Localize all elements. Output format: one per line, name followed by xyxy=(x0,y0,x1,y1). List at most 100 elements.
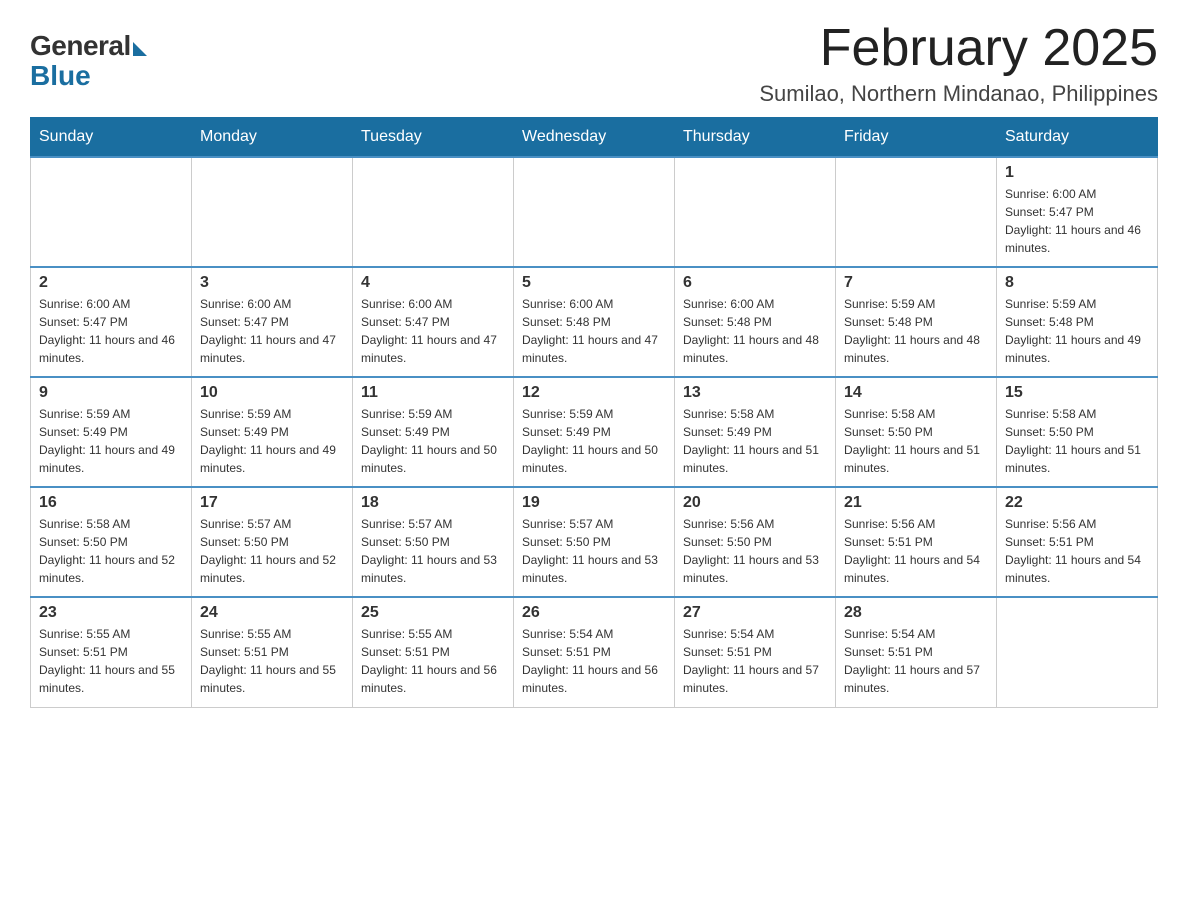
calendar-day-cell: 10 Sunrise: 5:59 AMSunset: 5:49 PMDayligh… xyxy=(192,377,353,487)
calendar-day-cell: 9 Sunrise: 5:59 AMSunset: 5:49 PMDaylight… xyxy=(31,377,192,487)
calendar-day-cell: 6 Sunrise: 6:00 AMSunset: 5:48 PMDaylight… xyxy=(675,267,836,377)
calendar-header-monday: Monday xyxy=(192,118,353,158)
day-info: Sunrise: 5:54 AMSunset: 5:51 PMDaylight:… xyxy=(522,625,666,697)
calendar-day-cell: 12 Sunrise: 5:59 AMSunset: 5:49 PMDayligh… xyxy=(514,377,675,487)
month-title: February 2025 xyxy=(759,20,1158,77)
calendar-day-cell: 2Sunrise: 6:00 AMSunset: 5:47 PMDaylight… xyxy=(31,267,192,377)
day-number: 22 xyxy=(1005,494,1149,512)
calendar-header-row: SundayMondayTuesdayWednesdayThursdayFrid… xyxy=(31,118,1158,158)
day-info: Sunrise: 5:55 AMSunset: 5:51 PMDaylight:… xyxy=(200,625,344,697)
calendar-day-cell: 24 Sunrise: 5:55 AMSunset: 5:51 PMDayligh… xyxy=(192,597,353,707)
calendar-day-cell: 17 Sunrise: 5:57 AMSunset: 5:50 PMDayligh… xyxy=(192,487,353,597)
calendar-day-cell: 8 Sunrise: 5:59 AMSunset: 5:48 PMDaylight… xyxy=(997,267,1158,377)
day-info: Sunrise: 5:59 AMSunset: 5:48 PMDaylight:… xyxy=(1005,295,1149,367)
calendar-week-row-4: 23Sunrise: 5:55 AMSunset: 5:51 PMDayligh… xyxy=(31,597,1158,707)
day-info: Sunrise: 6:00 AMSunset: 5:47 PMDaylight:… xyxy=(200,295,344,367)
calendar-day-cell: 16 Sunrise: 5:58 AMSunset: 5:50 PMDayligh… xyxy=(31,487,192,597)
calendar-day-cell: 15Sunrise: 5:58 AMSunset: 5:50 PMDayligh… xyxy=(997,377,1158,487)
calendar-day-cell: 28 Sunrise: 5:54 AMSunset: 5:51 PMDayligh… xyxy=(836,597,997,707)
day-info: Sunrise: 5:59 AMSunset: 5:49 PMDaylight:… xyxy=(361,405,505,477)
day-info: Sunrise: 5:59 AMSunset: 5:49 PMDaylight:… xyxy=(39,405,183,477)
calendar-day-cell xyxy=(675,157,836,267)
day-number: 8 xyxy=(1005,274,1149,292)
title-block: February 2025 Sumilao, Northern Mindanao… xyxy=(759,20,1158,107)
day-info: Sunrise: 5:59 AMSunset: 5:49 PMDaylight:… xyxy=(200,405,344,477)
day-info: Sunrise: 5:57 AMSunset: 5:50 PMDaylight:… xyxy=(200,515,344,587)
day-info: Sunrise: 5:56 AMSunset: 5:51 PMDaylight:… xyxy=(844,515,988,587)
day-number: 3 xyxy=(200,274,344,292)
calendar-day-cell: 7Sunrise: 5:59 AMSunset: 5:48 PMDaylight… xyxy=(836,267,997,377)
day-number: 10 xyxy=(200,384,344,402)
calendar-header-saturday: Saturday xyxy=(997,118,1158,158)
day-number: 20 xyxy=(683,494,827,512)
day-info: Sunrise: 5:59 AMSunset: 5:48 PMDaylight:… xyxy=(844,295,988,367)
day-number: 15 xyxy=(1005,384,1149,402)
calendar-day-cell: 4 Sunrise: 6:00 AMSunset: 5:47 PMDaylight… xyxy=(353,267,514,377)
day-info: Sunrise: 5:55 AMSunset: 5:51 PMDaylight:… xyxy=(39,625,183,697)
day-info: Sunrise: 5:57 AMSunset: 5:50 PMDaylight:… xyxy=(522,515,666,587)
calendar-header-sunday: Sunday xyxy=(31,118,192,158)
calendar-day-cell: 26 Sunrise: 5:54 AMSunset: 5:51 PMDayligh… xyxy=(514,597,675,707)
day-info: Sunrise: 5:55 AMSunset: 5:51 PMDaylight:… xyxy=(361,625,505,697)
day-number: 27 xyxy=(683,604,827,622)
day-number: 9 xyxy=(39,384,183,402)
day-number: 12 xyxy=(522,384,666,402)
day-number: 14 xyxy=(844,384,988,402)
calendar-week-row-0: 1Sunrise: 6:00 AMSunset: 5:47 PMDaylight… xyxy=(31,157,1158,267)
location-title: Sumilao, Northern Mindanao, Philippines xyxy=(759,81,1158,107)
day-info: Sunrise: 5:54 AMSunset: 5:51 PMDaylight:… xyxy=(683,625,827,697)
calendar-header-wednesday: Wednesday xyxy=(514,118,675,158)
logo: General Blue xyxy=(30,30,147,92)
calendar-day-cell xyxy=(353,157,514,267)
day-number: 25 xyxy=(361,604,505,622)
day-info: Sunrise: 5:57 AMSunset: 5:50 PMDaylight:… xyxy=(361,515,505,587)
day-number: 16 xyxy=(39,494,183,512)
day-number: 19 xyxy=(522,494,666,512)
calendar-week-row-3: 16 Sunrise: 5:58 AMSunset: 5:50 PMDayligh… xyxy=(31,487,1158,597)
day-info: Sunrise: 6:00 AMSunset: 5:47 PMDaylight:… xyxy=(361,295,505,367)
calendar-day-cell: 19 Sunrise: 5:57 AMSunset: 5:50 PMDayligh… xyxy=(514,487,675,597)
calendar-header-thursday: Thursday xyxy=(675,118,836,158)
calendar-table: SundayMondayTuesdayWednesdayThursdayFrid… xyxy=(30,117,1158,708)
day-info: Sunrise: 5:59 AMSunset: 5:49 PMDaylight:… xyxy=(522,405,666,477)
calendar-day-cell xyxy=(836,157,997,267)
calendar-day-cell: 5 Sunrise: 6:00 AMSunset: 5:48 PMDaylight… xyxy=(514,267,675,377)
day-number: 26 xyxy=(522,604,666,622)
day-number: 2 xyxy=(39,274,183,292)
page-header: General Blue February 2025 Sumilao, Nort… xyxy=(30,20,1158,107)
day-number: 21 xyxy=(844,494,988,512)
calendar-day-cell: 18 Sunrise: 5:57 AMSunset: 5:50 PMDayligh… xyxy=(353,487,514,597)
day-number: 13 xyxy=(683,384,827,402)
day-number: 5 xyxy=(522,274,666,292)
day-number: 18 xyxy=(361,494,505,512)
calendar-week-row-1: 2 Sunrise: 6:00 AMSunset: 5:47 PMDaylight… xyxy=(31,267,1158,377)
calendar-header-friday: Friday xyxy=(836,118,997,158)
calendar-day-cell xyxy=(514,157,675,267)
calendar-day-cell xyxy=(31,157,192,267)
calendar-day-cell: 22 Sunrise: 5:56 AMSunset: 5:51 PMDayligh… xyxy=(997,487,1158,597)
logo-blue-text: Blue xyxy=(30,60,91,92)
calendar-day-cell: 27 Sunrise: 5:54 AMSunset: 5:51 PMDayligh… xyxy=(675,597,836,707)
logo-general-text: General xyxy=(30,30,131,62)
day-number: 17 xyxy=(200,494,344,512)
day-number: 4 xyxy=(361,274,505,292)
day-info: Sunrise: 5:58 AMSunset: 5:50 PMDaylight:… xyxy=(844,405,988,477)
day-info: Sunrise: 5:56 AMSunset: 5:51 PMDaylight:… xyxy=(1005,515,1149,587)
day-info: Sunrise: 5:58 AMSunset: 5:50 PMDaylight:… xyxy=(39,515,183,587)
calendar-day-cell: 3 Sunrise: 6:00 AMSunset: 5:47 PMDaylight… xyxy=(192,267,353,377)
day-info: Sunrise: 6:00 AMSunset: 5:48 PMDaylight:… xyxy=(522,295,666,367)
calendar-day-cell: 25 Sunrise: 5:55 AMSunset: 5:51 PMDayligh… xyxy=(353,597,514,707)
day-info: Sunrise: 6:00 AMSunset: 5:47 PMDaylight:… xyxy=(1005,185,1149,257)
calendar-day-cell: 11 Sunrise: 5:59 AMSunset: 5:49 PMDayligh… xyxy=(353,377,514,487)
day-info: Sunrise: 5:54 AMSunset: 5:51 PMDaylight:… xyxy=(844,625,988,697)
day-number: 28 xyxy=(844,604,988,622)
day-number: 24 xyxy=(200,604,344,622)
day-info: Sunrise: 6:00 AMSunset: 5:48 PMDaylight:… xyxy=(683,295,827,367)
day-number: 6 xyxy=(683,274,827,292)
day-number: 11 xyxy=(361,384,505,402)
day-info: Sunrise: 5:56 AMSunset: 5:50 PMDaylight:… xyxy=(683,515,827,587)
calendar-day-cell: 20 Sunrise: 5:56 AMSunset: 5:50 PMDayligh… xyxy=(675,487,836,597)
calendar-day-cell: 23Sunrise: 5:55 AMSunset: 5:51 PMDayligh… xyxy=(31,597,192,707)
calendar-day-cell: 13Sunrise: 5:58 AMSunset: 5:49 PMDayligh… xyxy=(675,377,836,487)
calendar-week-row-2: 9 Sunrise: 5:59 AMSunset: 5:49 PMDaylight… xyxy=(31,377,1158,487)
